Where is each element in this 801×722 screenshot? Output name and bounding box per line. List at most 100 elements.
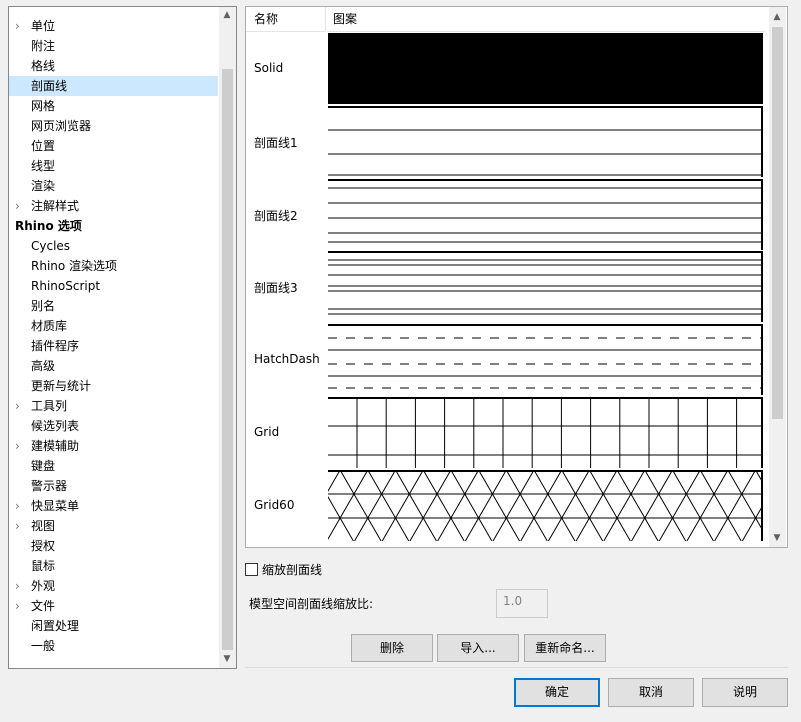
tree-item-label: 材质库 [31, 319, 68, 333]
tree-item-label: 键盘 [31, 459, 56, 473]
tree-item[interactable]: 材质库 [9, 316, 218, 336]
hatch-pattern-preview[interactable] [328, 469, 763, 541]
tree-item[interactable]: › 建模辅助 [9, 436, 218, 456]
tree-item[interactable]: › 文件 [9, 596, 218, 616]
tree-item[interactable]: 授权 [9, 536, 218, 556]
scroll-up-icon[interactable]: ▲ [769, 9, 785, 25]
tree-item-label: 位置 [31, 139, 56, 153]
tree-item[interactable]: 格线 [9, 56, 218, 76]
chevron-right-icon[interactable]: › [15, 576, 25, 596]
hatch-name[interactable]: HatchDash [254, 352, 324, 366]
tree-item[interactable]: › 快显菜单 [9, 496, 218, 516]
tree-scrollbar[interactable]: ▲ ▼ [219, 7, 236, 668]
tree-item[interactable]: 附注 [9, 36, 218, 56]
tree-item[interactable]: Cycles [9, 236, 218, 256]
tree-item[interactable]: 插件程序 [9, 336, 218, 356]
tree-item-label: 剖面线 [31, 79, 68, 93]
hatch-pattern-list[interactable]: 名称 图案 Solid 剖面线1 剖面线2 剖面线3 HatchDash Grid Grid… [245, 6, 788, 548]
tree-item[interactable]: 高级 [9, 356, 218, 376]
hatch-scrollbar[interactable]: ▲ ▼ [769, 7, 786, 547]
tree-item-label: 外观 [31, 579, 56, 593]
hatch-name[interactable]: Solid [254, 61, 324, 75]
scroll-up-icon[interactable]: ▲ [219, 7, 235, 23]
chevron-right-icon[interactable]: › [15, 16, 25, 36]
hatch-scroll-thumb[interactable] [772, 27, 783, 419]
name-column-header[interactable]: 名称 [246, 7, 326, 32]
tree-item[interactable]: 网页浏览器 [9, 116, 218, 136]
import-button[interactable]: 导入... [437, 634, 519, 662]
tree-item[interactable]: 渲染 [9, 176, 218, 196]
tree-item-label: 候选列表 [31, 419, 80, 433]
tree-item-label: 高级 [31, 359, 56, 373]
tree-item[interactable]: 警示器 [9, 476, 218, 496]
cancel-button[interactable]: 取消 [608, 678, 694, 707]
delete-button[interactable]: 删除 [351, 634, 433, 662]
tree-item-label: 授权 [31, 539, 56, 553]
scale-input[interactable]: 1.0 [496, 589, 548, 618]
hatch-pattern-preview[interactable] [328, 178, 763, 250]
help-button[interactable]: 说明 [702, 678, 788, 707]
model-space-scale-label: 模型空间剖面线缩放比: [249, 597, 374, 611]
chevron-right-icon[interactable]: › [15, 396, 25, 416]
tree-item-label: 网页浏览器 [31, 119, 92, 133]
tree-item[interactable]: 线型 [9, 156, 218, 176]
tree-item-label: 单位 [31, 19, 56, 33]
tree-item[interactable]: RhinoScript [9, 276, 218, 296]
tree-item-label: Rhino 渲染选项 [31, 259, 118, 273]
tree-item-label: Rhino 选项 [15, 219, 82, 233]
chevron-right-icon[interactable]: › [15, 436, 25, 456]
hatch-pattern-preview[interactable] [328, 105, 763, 177]
tree-item[interactable]: 剖面线 [9, 76, 218, 96]
hatch-name[interactable]: 剖面线2 [254, 207, 324, 224]
tree-item[interactable]: Rhino 渲染选项 [9, 256, 218, 276]
hatch-name[interactable]: 剖面线3 [254, 279, 324, 296]
tree-item[interactable]: › 外观 [9, 576, 218, 596]
tree-item[interactable]: 别名 [9, 296, 218, 316]
tree-item[interactable]: 更新与统计 [9, 376, 218, 396]
scroll-down-icon[interactable]: ▼ [219, 651, 235, 667]
tree-item-label: 附注 [31, 39, 56, 53]
tree-item[interactable]: 键盘 [9, 456, 218, 476]
scale-hatch-label[interactable]: 缩放剖面线 [262, 561, 322, 578]
tree-item-label: 快显菜单 [31, 499, 80, 513]
hatch-pattern-preview[interactable] [328, 251, 763, 323]
tree-item-label: 工具列 [31, 399, 68, 413]
hatch-name[interactable]: Grid60 [254, 498, 324, 512]
tree-item[interactable]: 位置 [9, 136, 218, 156]
separator [245, 667, 788, 668]
tree-item[interactable]: 一般 [9, 636, 218, 656]
tree-item-label: 渲染 [31, 179, 56, 193]
tree-item-label: 警示器 [31, 479, 68, 493]
tree-item-label: 格线 [31, 59, 56, 73]
hatch-pattern-preview[interactable] [328, 324, 763, 396]
ok-button[interactable]: 确定 [514, 678, 600, 707]
tree-item[interactable]: 网格 [9, 96, 218, 116]
tree-item[interactable]: Rhino 选项 [9, 216, 218, 236]
scale-hatch-checkbox[interactable] [245, 563, 258, 576]
hatch-pattern-preview[interactable] [328, 397, 763, 468]
tree-item[interactable]: 鼠标 [9, 556, 218, 576]
tree-item[interactable]: › 视图 [9, 516, 218, 536]
tree-item-label: 线型 [31, 159, 56, 173]
tree-item[interactable]: › 注解样式 [9, 196, 218, 216]
scroll-down-icon[interactable]: ▼ [769, 530, 785, 546]
hatch-pattern-preview[interactable] [328, 33, 763, 104]
pattern-column-header[interactable]: 图案 [327, 7, 765, 32]
options-tree[interactable]: › 单位附注格线剖面线网格网页浏览器位置线型渲染 › 注解样式 Rhino 选项 Cycl… [8, 6, 237, 669]
tree-item-label: 插件程序 [31, 339, 80, 353]
chevron-right-icon[interactable]: › [15, 516, 25, 536]
rename-button[interactable]: 重新命名... [524, 634, 606, 662]
tree-item[interactable]: 候选列表 [9, 416, 218, 436]
tree-scroll-thumb[interactable] [222, 69, 233, 650]
tree-item[interactable]: 闲置处理 [9, 616, 218, 636]
tree-item[interactable]: › 工具列 [9, 396, 218, 416]
hatch-name[interactable]: Grid [254, 425, 324, 439]
chevron-right-icon[interactable]: › [15, 596, 25, 616]
tree-item-label: 别名 [31, 299, 56, 313]
tree-item-label: Cycles [31, 239, 71, 253]
tree-item[interactable]: › 单位 [9, 16, 218, 36]
hatch-name[interactable]: 剖面线1 [254, 134, 324, 151]
chevron-right-icon[interactable]: › [15, 196, 25, 216]
chevron-right-icon[interactable]: › [15, 496, 25, 516]
tree-item-label: 建模辅助 [31, 439, 80, 453]
